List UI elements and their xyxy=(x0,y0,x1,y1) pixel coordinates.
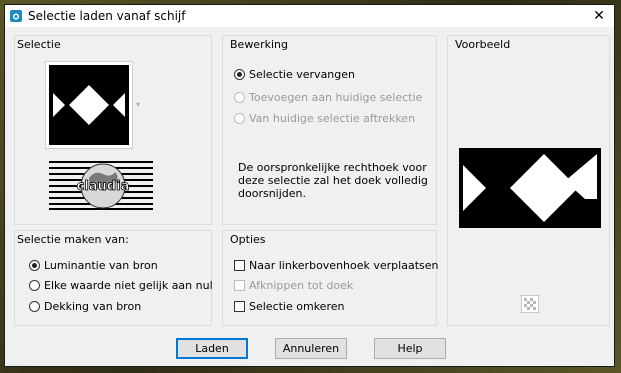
radio-label: Selectie vervangen xyxy=(249,68,355,81)
radio-luminantie[interactable]: Luminantie van bron xyxy=(29,259,158,272)
checkbox-label: Naar linkerbovenhoek verplaatsen xyxy=(249,259,439,272)
selection-thumbnail[interactable] xyxy=(45,61,133,149)
radio-toevoegen[interactable]: Toevoegen aan huidige selectie xyxy=(234,91,422,104)
selectie-group-label: Selectie xyxy=(17,38,61,51)
help-button[interactable]: Help xyxy=(374,338,446,359)
author-watermark-logo: claudia xyxy=(49,161,153,210)
load-button[interactable]: Laden xyxy=(176,338,248,359)
dialog-window: Selectie laden vanaf schijf ✕ Selectie ▾… xyxy=(4,4,615,367)
radio-label: Van huidige selectie aftrekken xyxy=(249,112,416,125)
radio-selectie-vervangen[interactable]: Selectie vervangen xyxy=(234,68,355,81)
opties-group-label: Opties xyxy=(230,233,266,246)
radio-button[interactable] xyxy=(29,260,40,271)
radio-button[interactable] xyxy=(29,280,40,291)
title-bar[interactable]: Selectie laden vanaf schijf ✕ xyxy=(5,5,614,27)
radio-label: Luminantie van bron xyxy=(44,259,158,272)
radio-label: Elke waarde niet gelijk aan nul xyxy=(44,279,213,292)
preview-image xyxy=(459,148,601,228)
svg-text:claudia: claudia xyxy=(77,179,130,194)
radio-label: Toevoegen aan huidige selectie xyxy=(249,91,423,104)
checkbox-label: Selectie omkeren xyxy=(249,300,345,313)
checkbox[interactable] xyxy=(234,260,245,271)
radio-button[interactable] xyxy=(234,69,245,80)
transparency-toggle-icon[interactable] xyxy=(521,295,539,313)
radio-button[interactable] xyxy=(234,113,245,124)
selectie-maken-group-label: Selectie maken van: xyxy=(17,233,129,246)
voorbeeld-group-label: Voorbeeld xyxy=(455,38,511,51)
thumbnail-arrow-icon: ▾ xyxy=(136,100,141,109)
cancel-button[interactable]: Annuleren xyxy=(275,338,347,359)
app-icon xyxy=(10,10,22,22)
checkbox-label: Afknippen tot doek xyxy=(249,279,354,292)
checkbox[interactable] xyxy=(234,280,245,291)
selection-thumbnail-image xyxy=(49,65,129,145)
close-button[interactable]: ✕ xyxy=(588,6,610,26)
window-frame: Selectie laden vanaf schijf ✕ Selectie ▾… xyxy=(0,0,621,373)
radio-button[interactable] xyxy=(29,301,40,312)
radio-label: Dekking van bron xyxy=(44,300,142,313)
window-title: Selectie laden vanaf schijf xyxy=(28,9,186,23)
radio-dekking[interactable]: Dekking van bron xyxy=(29,300,141,313)
radio-elke-waarde[interactable]: Elke waarde niet gelijk aan nul xyxy=(29,279,213,292)
radio-aftrekken[interactable]: Van huidige selectie aftrekken xyxy=(234,112,415,125)
radio-button[interactable] xyxy=(234,92,245,103)
check-omkeren[interactable]: Selectie omkeren xyxy=(234,300,344,313)
check-afknippen[interactable]: Afknippen tot doek xyxy=(234,279,353,292)
bewerking-info-text: De oorspronkelijke rechthoek voor deze s… xyxy=(238,161,428,200)
check-linkerbovenhoek[interactable]: Naar linkerbovenhoek verplaatsen xyxy=(234,259,438,272)
checkbox[interactable] xyxy=(234,301,245,312)
bewerking-group-label: Bewerking xyxy=(230,38,288,51)
